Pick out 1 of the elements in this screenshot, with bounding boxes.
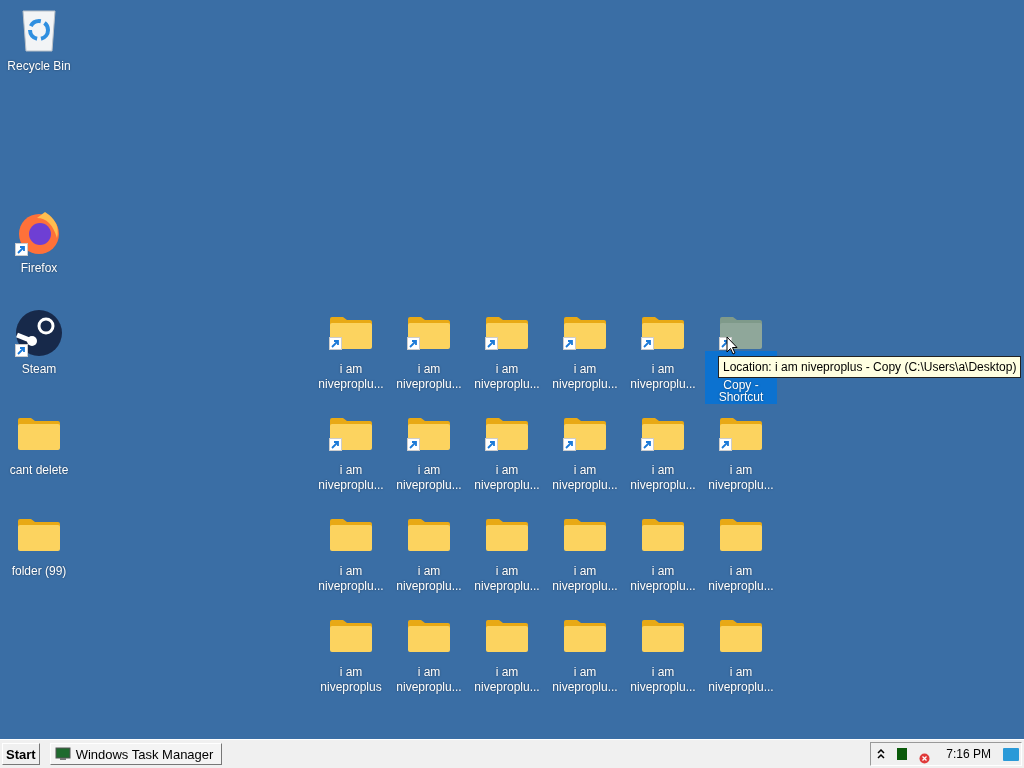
tooltip: Location: i am niveproplus - Copy (C:\Users\a\Desktop) bbox=[718, 356, 1022, 378]
